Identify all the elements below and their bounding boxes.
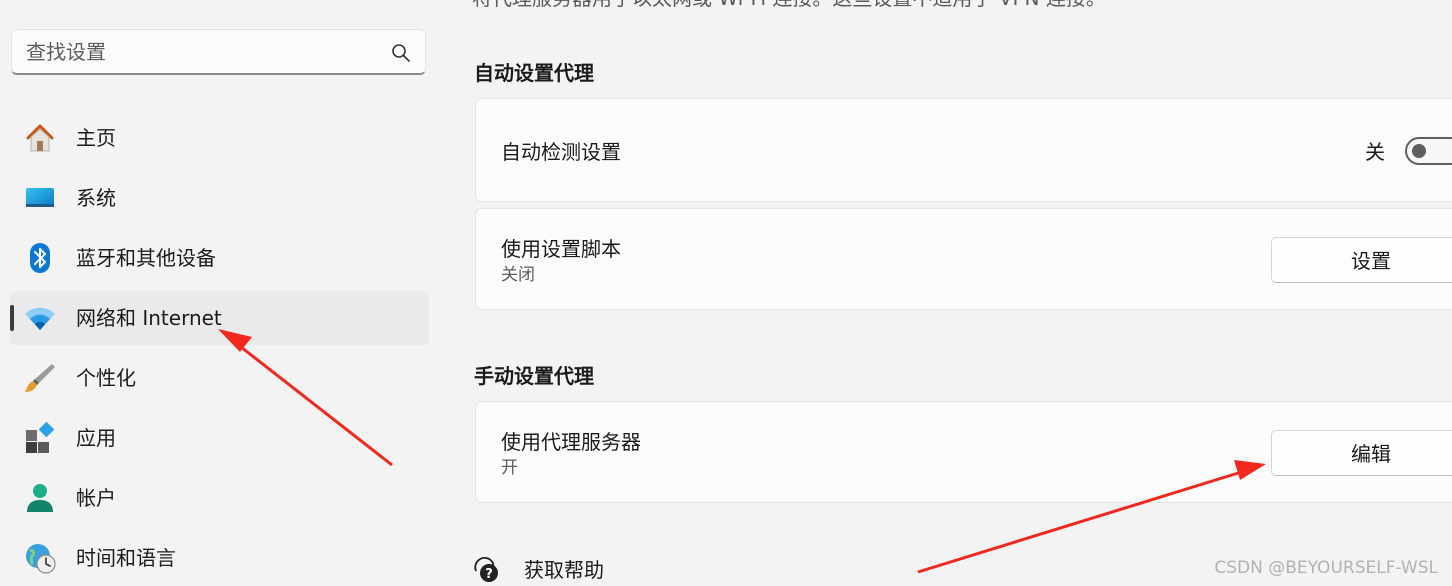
svg-text:?: ? [485,567,493,582]
setup-script-title: 使用设置脚本 [501,237,621,261]
selected-indicator [10,305,14,331]
auto-detect-toggle[interactable] [1405,137,1452,165]
toggle-state-label: 关 [1365,140,1385,164]
search-input[interactable] [26,30,376,74]
sidebar-item-personalization[interactable]: 个性化 [10,351,429,405]
globe-clock-icon [26,544,56,574]
setup-script-card: 使用设置脚本 关闭 设置 [475,208,1452,310]
sidebar-item-system[interactable]: 系统 [10,171,429,225]
sidebar-item-label: 蓝牙和其他设备 [76,246,216,270]
setup-script-status: 关闭 [501,265,535,285]
sidebar-item-network[interactable]: 网络和 Internet [10,291,429,345]
auto-detect-title: 自动检测设置 [501,140,621,164]
proxy-edit-button[interactable]: 编辑 [1271,430,1452,476]
sidebar-item-accounts[interactable]: 帐户 [10,471,429,525]
system-icon [26,188,54,207]
sidebar-item-label: 个性化 [76,366,136,390]
sidebar-item-label: 帐户 [76,486,116,510]
page-description: 将代理服务器用于以太网或 Wi-Fi 连接。这些设置不适用于 VPN 连接。 [472,0,1106,10]
sidebar-item-label: 应用 [76,426,116,450]
watermark: CSDN @BEYOURSELF-WSL [1214,558,1438,578]
search-box[interactable] [11,29,426,75]
proxy-server-status: 开 [501,458,518,478]
setup-script-button[interactable]: 设置 [1271,237,1452,283]
auto-detect-card: 自动检测设置 关 [475,98,1452,202]
sidebar-item-label: 系统 [76,186,116,210]
bluetooth-icon [30,243,50,273]
sidebar-item-label: 主页 [76,126,116,150]
toggle-knob [1412,144,1426,158]
section-title-auto-proxy: 自动设置代理 [474,61,594,85]
sidebar-item-label: 网络和 Internet [76,306,222,330]
home-icon [26,124,54,152]
wifi-icon [25,307,55,330]
brush-icon [25,364,55,392]
sidebar-item-home[interactable]: 主页 [10,111,429,165]
sidebar-item-apps[interactable]: 应用 [10,411,429,465]
get-help-label: 获取帮助 [524,558,604,582]
apps-icon [26,422,55,453]
search-icon[interactable] [390,42,412,64]
help-chat-icon: ? [474,557,498,582]
sidebar-item-label: 时间和语言 [76,546,176,570]
section-title-manual-proxy: 手动设置代理 [474,364,594,388]
proxy-server-title: 使用代理服务器 [501,430,641,454]
sidebar-item-bluetooth[interactable]: 蓝牙和其他设备 [10,231,429,285]
proxy-server-card: 使用代理服务器 开 编辑 [475,401,1452,503]
sidebar-item-time-language[interactable]: 时间和语言 [10,531,429,585]
account-icon [27,484,53,512]
